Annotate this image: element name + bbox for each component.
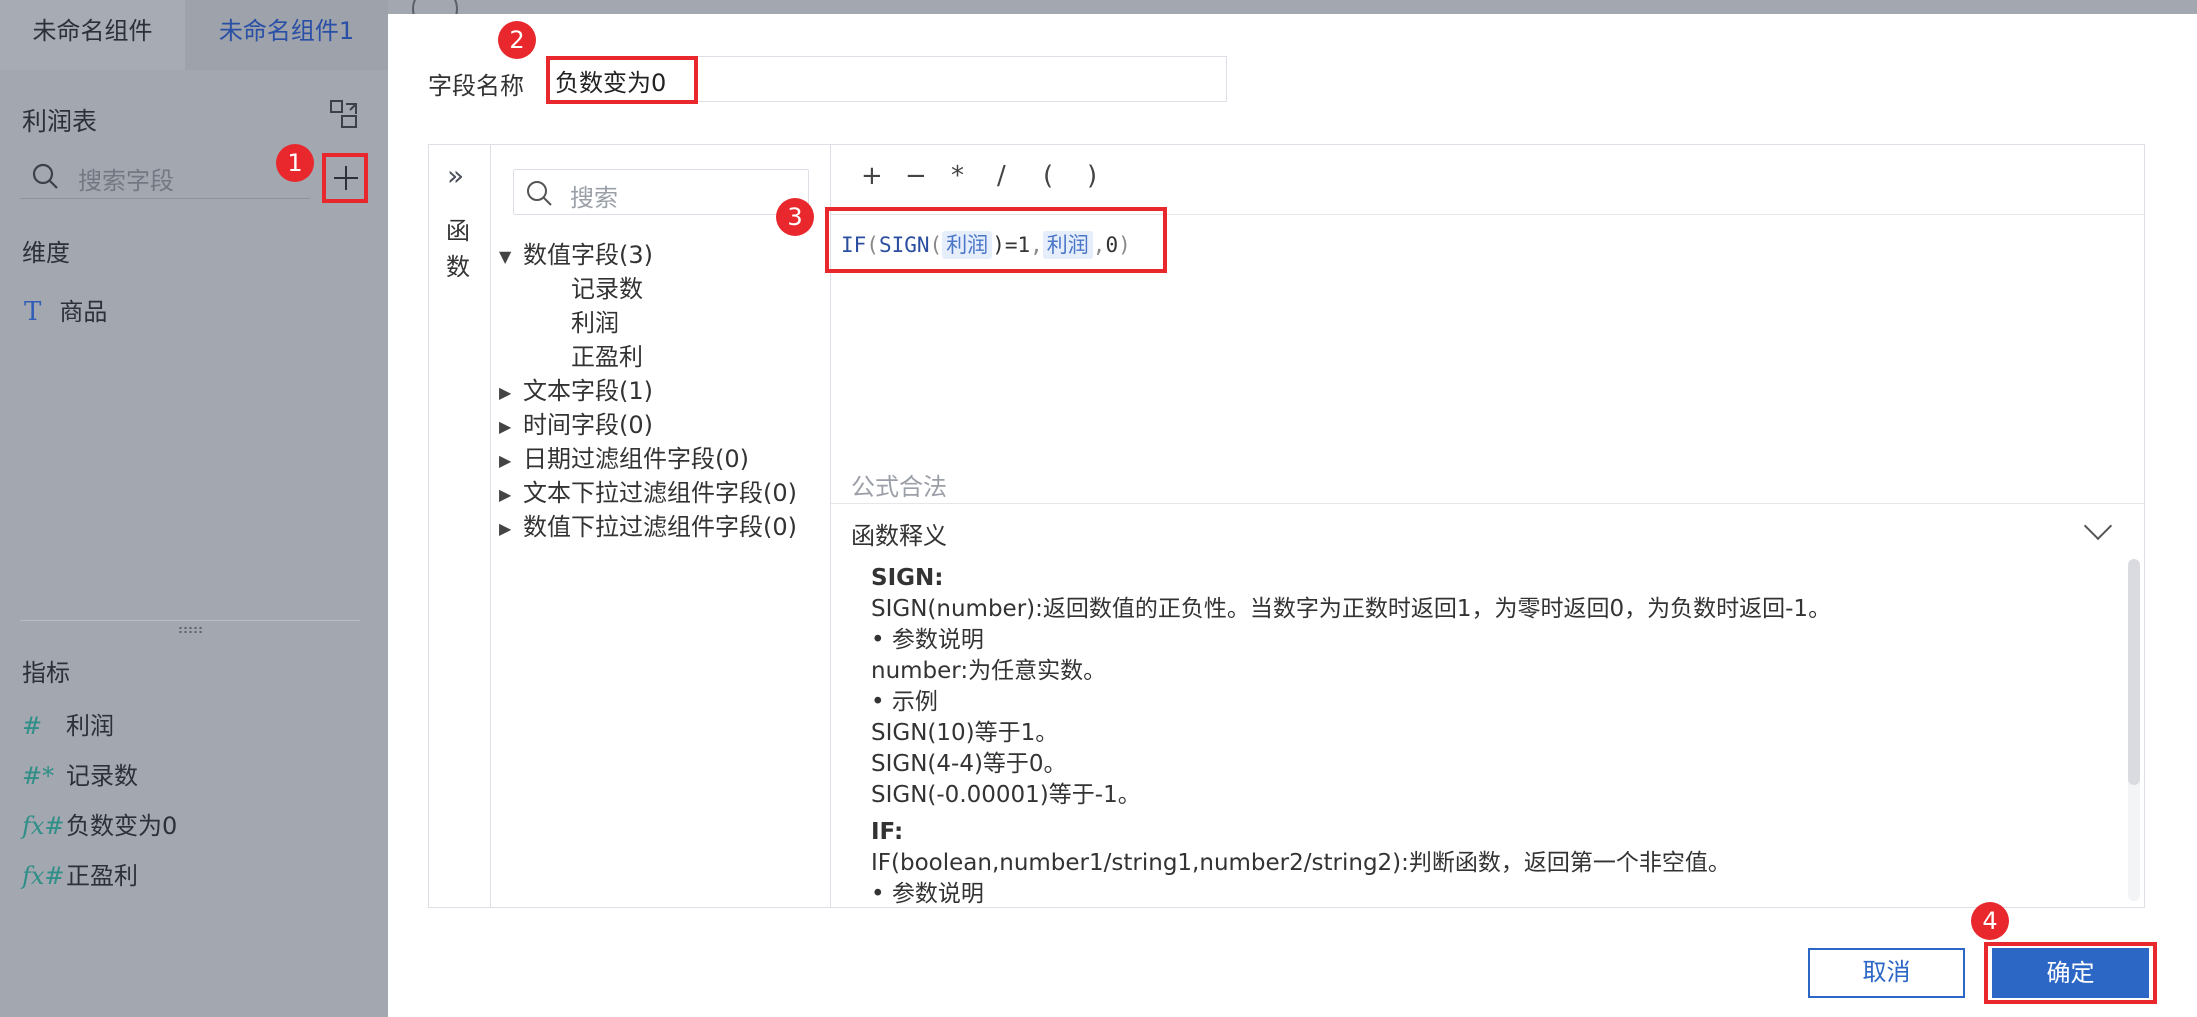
tree-search-input[interactable]: 搜索: [513, 169, 809, 215]
measure-item[interactable]: fx#正盈利: [22, 856, 138, 891]
tree-group[interactable]: ▶ 文本字段(1): [499, 371, 653, 406]
scrollbar-thumb[interactable]: [2128, 559, 2140, 785]
caret-down-icon: ▼: [499, 246, 512, 266]
tree-group-label: 数值下拉过滤组件字段(0): [523, 513, 797, 541]
operator-toolbar: + − * / ( ): [831, 145, 2144, 215]
measure-item[interactable]: #* 记录数: [22, 756, 138, 791]
formula-area: + − * / ( ) IF(SIGN(利润)=1, 利润 ,0) 公式合法 函数释…: [825, 145, 2144, 907]
explain-line: IF:: [871, 819, 904, 845]
step-badge: 3: [776, 198, 814, 236]
formula-validity-status: 公式合法: [851, 473, 947, 501]
search-placeholder: 搜索字段: [78, 167, 174, 195]
caret-right-icon: ▶: [499, 450, 512, 470]
highlight-box: [1984, 942, 2157, 1004]
tree-group[interactable]: ▼ 数值字段(3): [499, 235, 653, 270]
function-explain-title: 函数释义: [851, 522, 947, 550]
calc-field-dialog: 字段名称 负数变为0 » 函数 搜索 ▼数值字段(3) 记录数 利润 正盈利: [388, 14, 2197, 1017]
highlight-box: [825, 207, 1167, 273]
tree-group[interactable]: ▶ 日期过滤组件字段(0): [499, 439, 749, 474]
cancel-button[interactable]: 取消: [1808, 948, 1965, 998]
measure-item[interactable]: # 利润: [22, 706, 114, 741]
explain-line: SIGN(10)等于1。: [871, 720, 1059, 746]
explain-line: IF(boolean,number1/string1,number2/strin…: [871, 850, 1731, 876]
search-icon: [527, 181, 552, 206]
operator-multiply-button[interactable]: *: [951, 161, 964, 191]
dataset-title: 利润表: [22, 107, 98, 136]
operator-plus-button[interactable]: +: [861, 161, 883, 191]
field-panel: 未命名组件 未命名组件1 利润表 搜索字段 维度 T 商品 指标 # 利润 #* 记录…: [0, 0, 388, 1017]
tab-component[interactable]: 未命名组件: [0, 0, 185, 70]
measure-item[interactable]: fx#负数变为0: [22, 806, 177, 841]
tree-group[interactable]: ▶ 数值下拉过滤组件字段(0): [499, 507, 797, 542]
operator-close-paren-button[interactable]: ): [1087, 161, 1097, 191]
caret-right-icon: ▶: [499, 484, 512, 504]
formula-editor: » 函数 搜索 ▼ 数值字段(3) 记录数 利润 正盈利 ▶ 文本字段(1) ▶ 时间…: [428, 144, 2145, 908]
explain-line: • 参数说明: [871, 881, 984, 907]
dimension-item[interactable]: T 商品: [24, 292, 107, 327]
explain-line: • 示例: [871, 689, 938, 715]
tab-component-1[interactable]: 未命名组件1: [185, 0, 388, 70]
explain-line: SIGN(number):返回数值的正负性。当数字为正数时返回1，为零时返回0，…: [871, 596, 1832, 622]
step-badge: 4: [1971, 902, 2009, 940]
tree-group[interactable]: ▶ 时间字段(0): [499, 405, 653, 440]
calc-field-icon: fx#: [22, 812, 65, 840]
tree-group-label: 日期过滤组件字段(0): [523, 445, 749, 473]
operator-divide-button[interactable]: /: [997, 161, 1006, 191]
tree-group-label: 文本字段(1): [523, 377, 653, 405]
dimmed-background: [388, 0, 2197, 14]
explain-line: SIGN:: [871, 565, 944, 591]
field-name-label: 字段名称: [428, 72, 524, 100]
tree-group[interactable]: ▶ 文本下拉过滤组件字段(0): [499, 473, 797, 508]
function-explain-header[interactable]: 函数释义: [831, 503, 2144, 555]
measure-section-label: 指标: [22, 659, 70, 687]
text-type-icon: T: [24, 297, 42, 327]
explain-scrollbar[interactable]: [2128, 559, 2140, 901]
field-tree: 搜索 ▼ 数值字段(3) 记录数 利润 正盈利 ▶ 文本字段(1) ▶ 时间字段(0)…: [491, 145, 831, 907]
tree-field-item[interactable]: 利润: [571, 303, 619, 338]
function-panel-toggle[interactable]: » 函数: [429, 145, 491, 907]
explain-line: number:为任意实数。: [871, 658, 1107, 684]
measure-item-label: 利润: [66, 712, 114, 740]
tree-group-label: 时间字段(0): [523, 411, 653, 439]
operator-minus-button[interactable]: −: [905, 161, 927, 191]
component-tabs: 未命名组件 未命名组件1: [0, 0, 388, 70]
step-badge: 1: [276, 144, 314, 182]
field-search-input[interactable]: 搜索字段: [20, 153, 310, 199]
highlight-box: [546, 56, 698, 104]
chevron-down-icon[interactable]: [2083, 511, 2113, 541]
measure-item-label: 记录数: [66, 762, 138, 790]
tree-field-item[interactable]: 正盈利: [571, 337, 643, 372]
caret-right-icon: ▶: [499, 382, 512, 402]
add-calc-field-button[interactable]: [322, 153, 368, 203]
tree-group-label: 文本下拉过滤组件字段(0): [523, 479, 797, 507]
step-badge: 2: [498, 21, 536, 59]
explain-line: SIGN(4-4)等于0。: [871, 751, 1067, 777]
switch-dataset-icon[interactable]: [328, 98, 360, 130]
calc-field-icon: fx#: [22, 862, 65, 890]
operator-open-paren-button[interactable]: (: [1043, 161, 1053, 191]
double-chevron-right-icon: »: [447, 159, 465, 192]
function-panel-label: 函数: [446, 217, 470, 281]
explain-line: • 参数说明: [871, 627, 984, 653]
section-divider: [20, 620, 360, 621]
resize-handle[interactable]: [178, 626, 204, 634]
number-type-icon: #: [22, 712, 43, 740]
caret-right-icon: ▶: [499, 416, 512, 436]
function-explain-body: SIGN: SIGN(number):返回数值的正负性。当数字为正数时返回1，为…: [871, 563, 2101, 907]
explain-line: SIGN(-0.00001)等于-1。: [871, 782, 1141, 808]
tree-search-placeholder: 搜索: [570, 184, 618, 212]
tree-field-item[interactable]: 记录数: [571, 269, 643, 304]
caret-right-icon: ▶: [499, 518, 512, 538]
tree-group-label: 数值字段(3): [523, 241, 653, 269]
dimension-section-label: 维度: [22, 239, 70, 267]
measure-item-label: 正盈利: [66, 862, 138, 890]
search-icon: [32, 163, 58, 189]
record-count-icon: #*: [22, 762, 55, 790]
measure-item-label: 负数变为0: [66, 812, 178, 840]
dimension-item-label: 商品: [59, 298, 108, 326]
